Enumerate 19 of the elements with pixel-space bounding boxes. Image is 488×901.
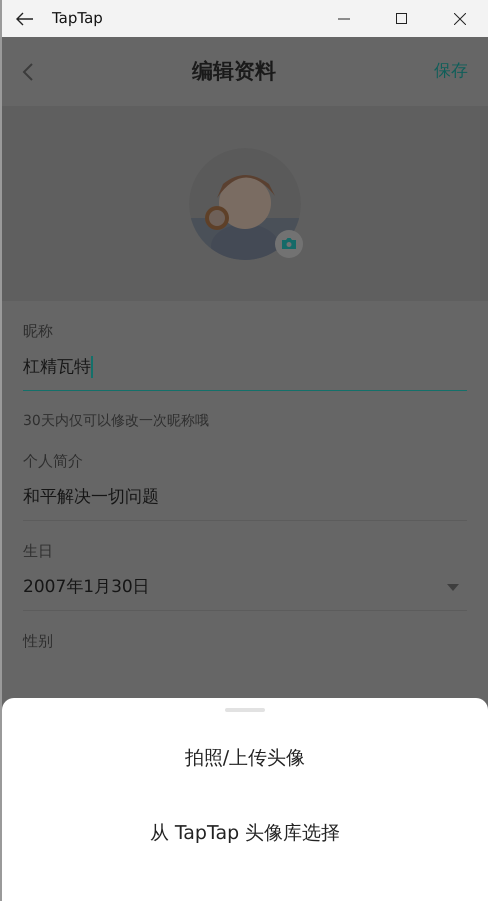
sheet-option[interactable]: 拍照/上传头像 xyxy=(184,744,306,772)
field-label: 生日 xyxy=(23,541,53,561)
date-select[interactable]: 2007年1月30日 xyxy=(23,576,467,611)
sheet-option[interactable]: 从 TapTap 头像库选择 xyxy=(150,818,340,847)
text-field[interactable]: 杠精瓦特 xyxy=(23,356,467,391)
close-icon[interactable] xyxy=(454,12,466,24)
minimize-icon[interactable] xyxy=(338,18,350,20)
text-field[interactable]: 和平解决一切问题 xyxy=(23,486,467,521)
maximize-icon[interactable] xyxy=(396,13,407,24)
back-arrow-icon[interactable] xyxy=(16,12,34,26)
dropdown-icon xyxy=(447,584,459,591)
hint-text: 30天内仅可以修改一次昵称哦 xyxy=(23,412,209,431)
field-label: 昵称 xyxy=(23,321,53,341)
window-title: TapTap xyxy=(52,8,103,30)
text-cursor xyxy=(91,356,93,378)
field-label: 性别 xyxy=(23,631,53,651)
camera-icon xyxy=(281,237,297,250)
page-title: 编辑资料 xyxy=(192,58,276,85)
field-label: 个人简介 xyxy=(23,451,83,471)
